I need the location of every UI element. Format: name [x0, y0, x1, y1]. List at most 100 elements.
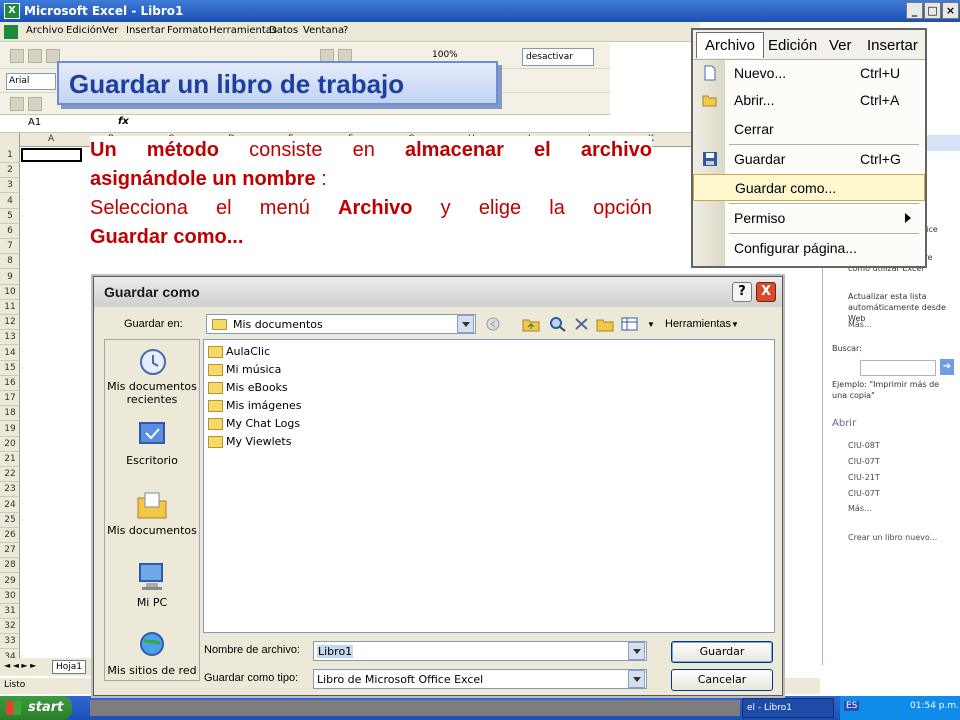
menu-insertar[interactable]: Insertar: [126, 25, 165, 36]
row-header[interactable]: 18: [0, 406, 20, 422]
chevron-down-icon[interactable]: ▼: [731, 320, 739, 329]
task-pane-search-input[interactable]: [860, 360, 936, 376]
menu-formato[interactable]: Formato: [167, 25, 208, 36]
name-box[interactable]: A1: [28, 117, 41, 128]
row-header[interactable]: 7: [0, 239, 20, 255]
recent-file[interactable]: CIU-07T: [848, 489, 880, 498]
row-header[interactable]: 12: [0, 315, 20, 331]
row-header[interactable]: 14: [0, 346, 20, 361]
menu-archivo[interactable]: Archivo: [696, 32, 765, 58]
zoom-level[interactable]: 100%: [432, 50, 458, 60]
row-header[interactable]: 19: [0, 422, 20, 437]
column-header[interactable]: A: [48, 134, 54, 144]
up-folder-icon[interactable]: [522, 316, 540, 332]
row-header[interactable]: 29: [0, 574, 20, 589]
menu-ver[interactable]: Ver: [102, 25, 118, 36]
row-header[interactable]: 20: [0, 437, 20, 452]
row-header[interactable]: 33: [0, 634, 20, 650]
row-header[interactable]: 6: [0, 224, 20, 239]
row-header[interactable]: 8: [0, 254, 20, 270]
recent-file[interactable]: CIU-21T: [848, 473, 880, 482]
new-workbook-link[interactable]: Crear un libro nuevo...: [848, 533, 937, 542]
maximize-button[interactable]: □: [924, 2, 941, 19]
row-header[interactable]: 10: [0, 285, 20, 300]
views-icon[interactable]: [621, 316, 639, 332]
delete-icon[interactable]: [573, 316, 591, 332]
row-header[interactable]: 17: [0, 391, 20, 407]
save-in-dropdown[interactable]: Mis documentos: [206, 314, 476, 334]
row-header[interactable]: 25: [0, 513, 20, 528]
menu-item-guardar-como[interactable]: Guardar como...: [693, 174, 925, 201]
row-header[interactable]: 15: [0, 361, 20, 376]
menu-herramientas[interactable]: Herramientas: [209, 25, 277, 36]
toolbar-icon[interactable]: [28, 97, 42, 111]
back-icon[interactable]: [484, 316, 502, 332]
chevron-down-icon[interactable]: [628, 642, 645, 660]
more-link[interactable]: Más...: [848, 504, 872, 513]
start-button[interactable]: start: [0, 696, 72, 720]
sheet-nav-arrows[interactable]: ◄ ◄ ► ►: [4, 661, 36, 670]
row-header[interactable]: 9: [0, 270, 20, 285]
font-name-box[interactable]: Arial: [6, 73, 56, 90]
menu-ver[interactable]: Ver: [829, 37, 852, 54]
menu-item-guardar[interactable]: Guardar Ctrl+G: [693, 146, 925, 173]
menu-edicion[interactable]: Edición: [768, 37, 817, 54]
row-header[interactable]: 13: [0, 330, 20, 346]
minimize-button[interactable]: _: [906, 2, 923, 19]
recent-file[interactable]: CIU-08T: [848, 441, 880, 450]
menu-archivo[interactable]: Archivo: [26, 25, 63, 36]
row-header[interactable]: 26: [0, 528, 20, 543]
new-icon[interactable]: [10, 49, 24, 63]
row-header[interactable]: 5: [0, 209, 20, 224]
tools-menu[interactable]: Herramientas: [665, 318, 731, 330]
open-icon[interactable]: [28, 49, 42, 63]
row-header[interactable]: 21: [0, 452, 20, 467]
menu-help[interactable]: ?: [343, 25, 348, 36]
help-button[interactable]: ?: [732, 282, 752, 302]
row-header[interactable]: 3: [0, 178, 20, 194]
search-web-icon[interactable]: [549, 316, 567, 332]
row-header[interactable]: 23: [0, 482, 20, 498]
desactivar-dropdown[interactable]: desactivar: [522, 48, 594, 66]
row-header[interactable]: 24: [0, 498, 20, 513]
save-button[interactable]: Guardar: [671, 641, 773, 663]
close-window-button[interactable]: ×: [942, 2, 959, 19]
recent-file[interactable]: CIU-07T: [848, 457, 880, 466]
taskbar-excel-item[interactable]: el - Libro1: [742, 698, 834, 718]
filename-input[interactable]: Libro1: [313, 641, 647, 661]
close-icon[interactable]: X: [756, 282, 776, 302]
row-header[interactable]: 2: [0, 163, 20, 179]
active-cell[interactable]: [21, 148, 82, 162]
row-header[interactable]: 16: [0, 376, 20, 391]
new-folder-icon[interactable]: [596, 316, 614, 332]
toolbar-icon[interactable]: [10, 97, 24, 111]
cancel-button[interactable]: Cancelar: [671, 669, 773, 691]
filetype-dropdown[interactable]: Libro de Microsoft Office Excel: [313, 669, 647, 689]
language-indicator[interactable]: ES: [844, 701, 860, 711]
menu-edicion[interactable]: Edición: [66, 25, 102, 36]
row-header[interactable]: 1: [0, 148, 20, 163]
search-go-icon[interactable]: ➔: [940, 359, 954, 375]
chevron-down-icon[interactable]: [457, 315, 474, 333]
menu-insertar[interactable]: Insertar: [867, 37, 918, 54]
chevron-down-icon[interactable]: ▼: [647, 320, 655, 329]
menu-item-cerrar[interactable]: Cerrar: [693, 116, 925, 143]
menu-item-nuevo[interactable]: Nuevo... Ctrl+U: [693, 60, 925, 87]
chevron-down-icon[interactable]: [628, 670, 645, 688]
row-header[interactable]: 31: [0, 604, 20, 619]
row-header[interactable]: 30: [0, 589, 20, 604]
row-header[interactable]: 4: [0, 194, 20, 209]
row-header[interactable]: 28: [0, 558, 20, 574]
menu-item-configurar-pagina[interactable]: Configurar página...: [693, 235, 925, 262]
row-header[interactable]: 11: [0, 300, 20, 315]
row-header[interactable]: 22: [0, 467, 20, 483]
row-header[interactable]: 27: [0, 543, 20, 559]
menu-item-permiso[interactable]: Permiso: [693, 205, 925, 232]
sheet-tab-hoja1[interactable]: Hoja1: [52, 660, 87, 674]
menu-datos[interactable]: Datos: [269, 25, 298, 36]
menu-ventana[interactable]: Ventana: [303, 25, 344, 36]
row-header[interactable]: 32: [0, 619, 20, 635]
fx-icon[interactable]: fx: [118, 116, 129, 127]
menu-item-abrir[interactable]: Abrir... Ctrl+A: [693, 87, 925, 114]
more-link[interactable]: Más...: [848, 320, 872, 329]
